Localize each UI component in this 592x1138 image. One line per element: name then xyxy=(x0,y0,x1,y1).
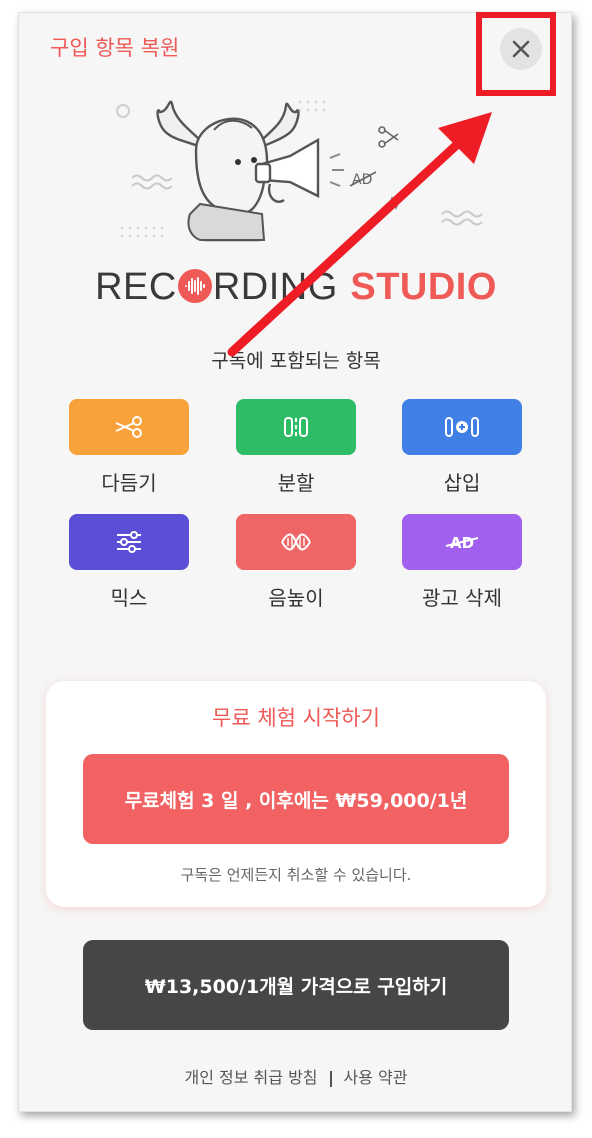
annotation-arrow xyxy=(227,112,492,357)
annotation-highlight-box xyxy=(476,12,556,96)
